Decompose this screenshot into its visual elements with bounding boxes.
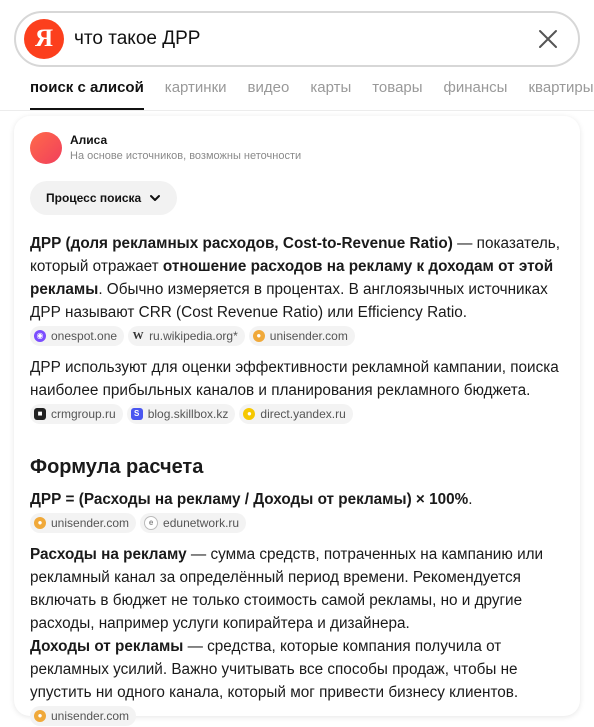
source-label: unisender.com <box>269 328 348 343</box>
answer-text: . Обычно измеряется в процентах. В англо… <box>30 281 548 321</box>
tab-finance[interactable]: финансы <box>444 78 508 110</box>
source-label: blog.skillbox.kz <box>147 406 229 421</box>
formula: ДРР = (Расходы на рекламу / Доходы от ре… <box>30 491 469 508</box>
source-chip[interactable]: ● unisender.com <box>248 325 355 346</box>
formula-paragraph: ДРР = (Расходы на рекламу / Доходы от ре… <box>30 488 568 511</box>
paragraph-sources: ● unisender.com <box>30 704 568 727</box>
tab-images[interactable]: картинки <box>165 78 227 110</box>
source-chip[interactable]: ◉ onespot.one <box>30 325 125 346</box>
tab-video[interactable]: видео <box>248 78 290 110</box>
tab-apartments[interactable]: квартиры <box>528 78 593 110</box>
tab-alice-search[interactable]: поиск с алисой <box>30 78 144 110</box>
formula-end: . <box>468 491 473 508</box>
tabs-divider <box>0 110 594 111</box>
term-expenses: Расходы на рекламу <box>30 546 187 563</box>
tab-maps[interactable]: карты <box>310 78 351 110</box>
unisender-icon: ● <box>34 709 46 722</box>
close-icon[interactable] <box>536 27 560 51</box>
source-chip[interactable]: Sblog.skillbox.kz <box>126 403 236 424</box>
answer-paragraph: ДРР (доля рекламных расходов, Cost-to-Re… <box>30 232 568 347</box>
alice-name: Алиса <box>70 133 108 147</box>
yandex-logo[interactable]: Я <box>24 19 64 59</box>
source-chip[interactable]: e edunetwork.ru <box>140 512 247 533</box>
alice-disclaimer: На основе источников, возможны неточност… <box>70 150 302 162</box>
alice-icon <box>30 132 62 164</box>
edunetwork-icon: e <box>144 515 159 530</box>
skillbox-icon: S <box>130 407 143 420</box>
alice-answer-card: Алиса На основе источников, возможны нет… <box>14 116 580 726</box>
answer-text: ДРР используют для оценки эффективности … <box>30 359 559 399</box>
term-drr: ДРР (доля рекламных расходов, Cost-to-Re… <box>30 235 453 252</box>
source-chip[interactable]: ● unisender.com <box>30 512 137 533</box>
unisender-icon: ● <box>34 516 46 529</box>
yandex-direct-icon: ● <box>243 407 256 420</box>
source-label: unisender.com <box>51 515 130 530</box>
search-tabs: поиск с алисой картинки видео карты това… <box>30 78 594 110</box>
unisender-icon: ● <box>252 329 265 342</box>
chevron-down-icon <box>150 195 161 201</box>
source-label: onespot.one <box>51 328 118 343</box>
tab-products[interactable]: товары <box>372 78 422 110</box>
answer-paragraph: Расходы на рекламу — сумма средств, потр… <box>30 543 568 635</box>
search-bar[interactable]: Я что такое ДРР <box>14 11 580 67</box>
answer-paragraph: ДРР используют для оценки эффективности … <box>30 356 568 425</box>
formula-sources: ● unisender.com e edunetwork.ru <box>30 511 568 534</box>
term-revenue: Доходы от рекламы <box>30 638 184 655</box>
source-label: edunetwork.ru <box>163 515 240 530</box>
answer-content: ДРР (доля рекламных расходов, Cost-to-Re… <box>30 232 568 727</box>
source-label: direct.yandex.ru <box>260 406 346 421</box>
source-chip[interactable]: ● direct.yandex.ru <box>239 403 353 424</box>
section-heading: Формула расчета <box>30 456 204 478</box>
wikipedia-icon: W <box>132 329 144 342</box>
search-process-label: Процесс поиска <box>46 191 142 205</box>
source-label: ru.wikipedia.org* <box>149 328 238 343</box>
source-label: crmgroup.ru <box>51 406 116 421</box>
source-chip[interactable]: ■ crmgroup.ru <box>30 403 123 424</box>
answer-paragraph: Доходы от рекламы — средства, которые ко… <box>30 635 568 704</box>
source-chip[interactable]: Wru.wikipedia.org* <box>128 325 245 346</box>
search-process-button[interactable]: Процесс поиска <box>30 181 178 215</box>
search-input[interactable]: что такое ДРР <box>74 28 200 50</box>
onespot-icon: ◉ <box>34 329 46 342</box>
crmgroup-icon: ■ <box>34 407 46 420</box>
